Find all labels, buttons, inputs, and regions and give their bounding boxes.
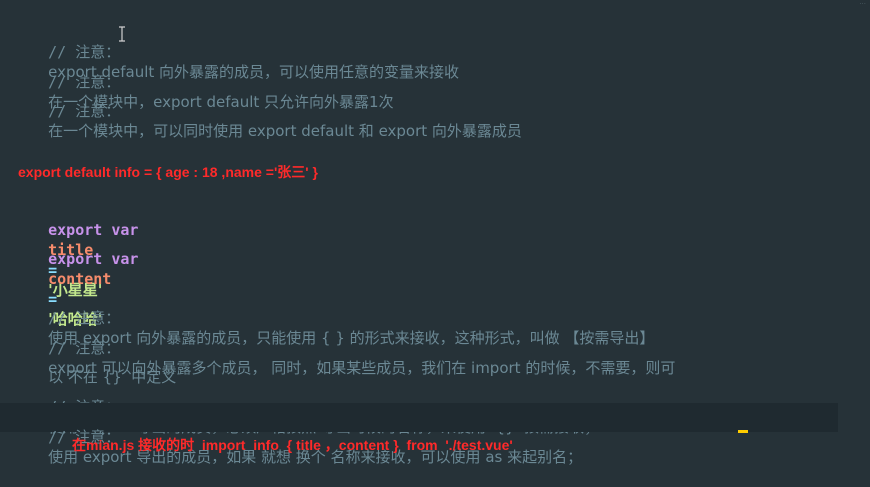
annotation-export-default: export default info = { age : 18 ,name =… [18, 164, 318, 180]
comment-line-3: // 注意： 在一个模块中，可以同时使用 export default 和 ex… [12, 81, 522, 161]
code-editor[interactable]: ··· // 注意： export default 向外暴露的成员，可以使用任意… [0, 0, 870, 472]
keyword: export var [48, 250, 139, 268]
caret [738, 430, 748, 433]
annotation-import: 在mian.js 接收的时 import info { title ，conte… [72, 437, 513, 453]
variable-name: content [48, 270, 112, 288]
text-cursor-icon [119, 26, 125, 42]
minimap-label: ··· [859, 0, 866, 8]
comment-prefix: // 注意： [48, 102, 121, 120]
comment-text: 在一个模块中，可以同时使用 export default 和 export 向外… [48, 122, 522, 140]
